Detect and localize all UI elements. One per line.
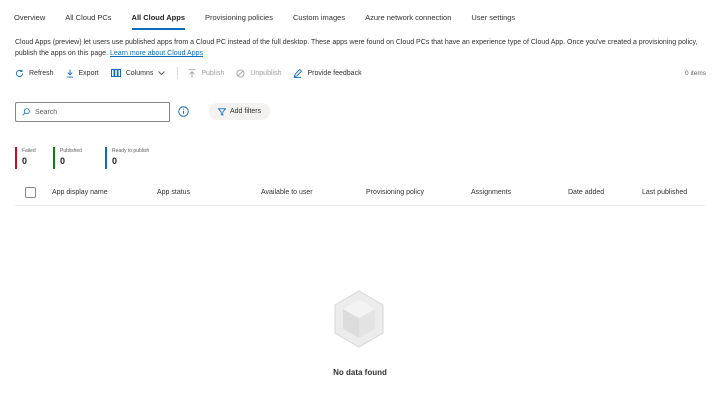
search-input[interactable] (35, 108, 165, 116)
publish-button[interactable]: Publish (188, 68, 225, 78)
empty-box-icon (334, 290, 384, 348)
filter-icon (218, 107, 226, 116)
column-header-available-to-user[interactable]: Available to user (261, 180, 313, 206)
tab-user-settings[interactable]: User settings (471, 0, 515, 36)
info-icon[interactable] (178, 106, 189, 117)
column-header-app-status[interactable]: App status (157, 180, 190, 206)
command-bar: Refresh Export Columns Publish Unpublish… (15, 66, 706, 80)
toolbar-divider (177, 67, 179, 79)
tab-all-cloud-pcs[interactable]: All Cloud PCs (65, 0, 111, 36)
publish-label: Publish (201, 69, 225, 77)
unpublish-button[interactable]: Unpublish (236, 68, 282, 78)
select-all-checkbox[interactable] (25, 187, 36, 198)
status-label-ready-to-publish: Ready to publish (112, 148, 150, 154)
tab-custom-images[interactable]: Custom images (293, 0, 345, 36)
status-card-published: Published 0 (53, 147, 82, 169)
status-card-failed: Failed 0 (15, 147, 36, 169)
columns-label: Columns (125, 69, 154, 77)
add-filters-label: Add filters (230, 108, 262, 115)
feedback-icon (294, 68, 303, 78)
export-label: Export (78, 69, 99, 77)
status-label-failed: Failed (22, 148, 36, 154)
unpublish-label: Unpublish (250, 69, 282, 77)
status-value-failed: 0 (22, 156, 28, 166)
table-header: App display name App status Available to… (15, 180, 705, 206)
export-button[interactable]: Export (66, 68, 99, 78)
refresh-label: Refresh (29, 69, 54, 77)
search-icon (22, 108, 30, 116)
refresh-button[interactable]: Refresh (15, 69, 54, 78)
status-value-published: 0 (60, 156, 66, 166)
columns-icon (110, 69, 121, 77)
tab-overview[interactable]: Overview (14, 0, 45, 36)
unpublish-icon (236, 68, 245, 78)
column-header-provisioning-policy[interactable]: Provisioning policy (366, 180, 424, 206)
tab-bar: Overview All Cloud PCs All Cloud Apps Pr… (14, 0, 535, 36)
provide-feedback-button[interactable]: Provide feedback (293, 68, 362, 78)
column-header-last-published[interactable]: Last published (642, 180, 687, 206)
tab-azure-network-connection[interactable]: Azure network connection (365, 0, 451, 36)
status-label-published: Published (60, 148, 82, 154)
column-header-app-display-name[interactable]: App display name (52, 180, 108, 206)
tab-all-cloud-apps[interactable]: All Cloud Apps (131, 0, 186, 36)
column-header-assignments[interactable]: Assignments (471, 180, 511, 206)
chevron-down-icon (158, 70, 166, 75)
page-description: Cloud Apps (preview) let users use publi… (15, 37, 710, 59)
feedback-label: Provide feedback (307, 69, 362, 77)
empty-state-message: No data found (333, 368, 387, 377)
item-count: 0 items (685, 69, 706, 77)
learn-more-link[interactable]: Learn more about Cloud Apps (110, 50, 203, 57)
search-box[interactable] (15, 102, 170, 122)
status-value-ready-to-publish: 0 (112, 156, 118, 166)
add-filters-button[interactable]: Add filters (209, 103, 271, 120)
column-header-date-added[interactable]: Date added (568, 180, 604, 206)
tab-provisioning-policies[interactable]: Provisioning policies (205, 0, 273, 36)
columns-button[interactable]: Columns (110, 69, 166, 77)
download-icon (66, 68, 73, 78)
refresh-icon (15, 69, 24, 77)
publish-icon (189, 68, 196, 78)
status-card-ready-to-publish: Ready to publish 0 (105, 147, 149, 169)
